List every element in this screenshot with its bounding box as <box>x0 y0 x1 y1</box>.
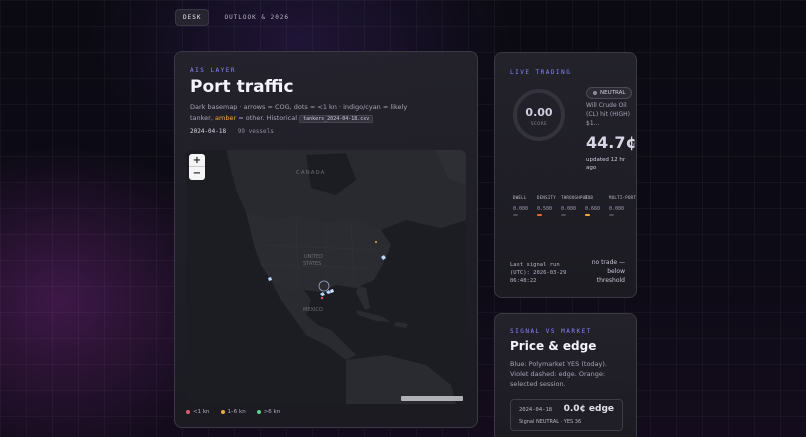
metric-density: DENSITY 0.500 <box>537 195 561 216</box>
card-eyebrow: LIVE TRADING <box>510 69 572 76</box>
legend-label: 1–6 kn <box>227 409 246 415</box>
zoom-out-button[interactable]: − <box>189 167 205 180</box>
score-value: 0.00 <box>525 106 553 119</box>
status-badge: NEUTRAL <box>586 87 633 99</box>
metric-value: 0.660 <box>585 206 601 212</box>
metric-bob: BOB 0.660 <box>585 195 609 216</box>
legend-dot <box>186 410 190 414</box>
desc-amber: amber <box>215 114 237 122</box>
tab-outlook[interactable]: OUTLOOK & 2026 <box>217 10 296 25</box>
card-eyebrow: SIGNAL VS MARKET <box>510 328 592 335</box>
metric-label: MULTI-PORT <box>609 195 637 200</box>
zoom-in-button[interactable]: + <box>189 154 205 167</box>
file-chip: tankers_2024-04-18.csv <box>299 115 374 123</box>
legend-label: <1 kn <box>193 409 210 415</box>
status-dot <box>593 91 597 95</box>
last-signal-run: Last signal run (UTC): 2026-03-29 06:48:… <box>510 262 567 284</box>
live-trading-card: LIVE TRADING 0.00 SCORE NEUTRAL Will Cru… <box>494 52 637 298</box>
metric-throughput: THROUGHPUT 0.000 <box>561 195 589 216</box>
market-price: 44.7¢ <box>586 133 637 152</box>
score-gauge: 0.00 SCORE <box>513 89 565 141</box>
metric-multiport: MULTI-PORT 0.000 <box>609 195 637 216</box>
metric-value: 0.500 <box>537 206 553 212</box>
map-basemap: CANADA UNITED STATES MEXICO <box>186 150 466 404</box>
metrics-row: DWELL 0.000 DENSITY 0.500 THROUGHPUT 0.0… <box>513 195 637 216</box>
card-title: Port traffic <box>190 77 294 97</box>
legend-item: 1–6 kn <box>220 409 246 415</box>
legend-dot <box>256 410 261 414</box>
legend-item: >6 kn <box>256 409 281 415</box>
metric-label: DENSITY <box>537 195 556 200</box>
top-tabs: DESK OUTLOOK & 2026 <box>175 9 296 26</box>
legend-label: >6 kn <box>263 409 281 415</box>
edge-date: 2024-04-18 <box>519 407 553 413</box>
label-mexico: MEXICO <box>303 307 323 313</box>
edge-status: Signal NEUTRAL · YES 36 <box>519 419 582 425</box>
metric-bar <box>609 214 614 216</box>
market-name[interactable]: Will Crude Oil (CL) hit (HIGH) $1... <box>586 101 632 128</box>
zoom-control: + − <box>189 154 205 180</box>
date-line: 2024-04-18 99 vessels <box>190 128 274 135</box>
card-eyebrow: AIS LAYER <box>190 67 237 74</box>
metric-bar <box>585 214 590 216</box>
card-title: Price & edge <box>510 339 597 353</box>
legend-item: <1 kn <box>186 409 210 415</box>
speed-legend: <1 kn 1–6 kn >6 kn <box>186 409 280 415</box>
metric-value: 0.000 <box>561 206 577 212</box>
desc-suffix: = other. Historical <box>238 114 298 122</box>
vessel-count: 99 vessels <box>237 128 274 135</box>
metric-bar <box>513 214 518 216</box>
price-edge-card: SIGNAL VS MARKET Price & edge Blue: Poly… <box>494 313 637 437</box>
tab-desk[interactable]: DESK <box>175 9 210 26</box>
metric-value: 0.000 <box>513 206 529 212</box>
metric-value: 0.000 <box>609 206 625 212</box>
status-badge-label: NEUTRAL <box>600 90 626 96</box>
port-traffic-card: AIS LAYER Port traffic Dark basemap · ar… <box>174 51 478 428</box>
updated-text: updated 12 hr ago <box>586 157 626 171</box>
trade-decision: no trade — below threshold <box>591 259 625 284</box>
label-canada: CANADA <box>296 170 325 176</box>
legend-dot <box>220 410 225 414</box>
metric-label: DWELL <box>513 195 527 200</box>
edge-summary: 2024-04-18 0.0¢ edge Signal NEUTRAL · YE… <box>510 399 623 431</box>
metric-dwell: DWELL 0.000 <box>513 195 537 216</box>
metric-label: THROUGHPUT <box>561 195 589 200</box>
metric-bar <box>537 214 542 216</box>
label-us-2: STATES <box>303 261 321 267</box>
score-label: SCORE <box>530 121 548 126</box>
map-date: 2024-04-18 <box>190 128 227 135</box>
card-description: Blue: Polymarket YES (today). Violet das… <box>510 360 607 388</box>
price-side: Y <box>632 142 636 149</box>
edge-value: 0.0¢ edge <box>563 404 614 414</box>
card-description: Dark basemap · arrows = COG, dots = <1 k… <box>190 102 430 125</box>
label-us-1: UNITED <box>304 254 323 260</box>
metric-bar <box>561 214 566 216</box>
map-attribution[interactable] <box>401 396 463 401</box>
metric-label: BOB <box>585 195 594 200</box>
ais-map[interactable]: CANADA UNITED STATES MEXICO + − <box>186 150 466 404</box>
